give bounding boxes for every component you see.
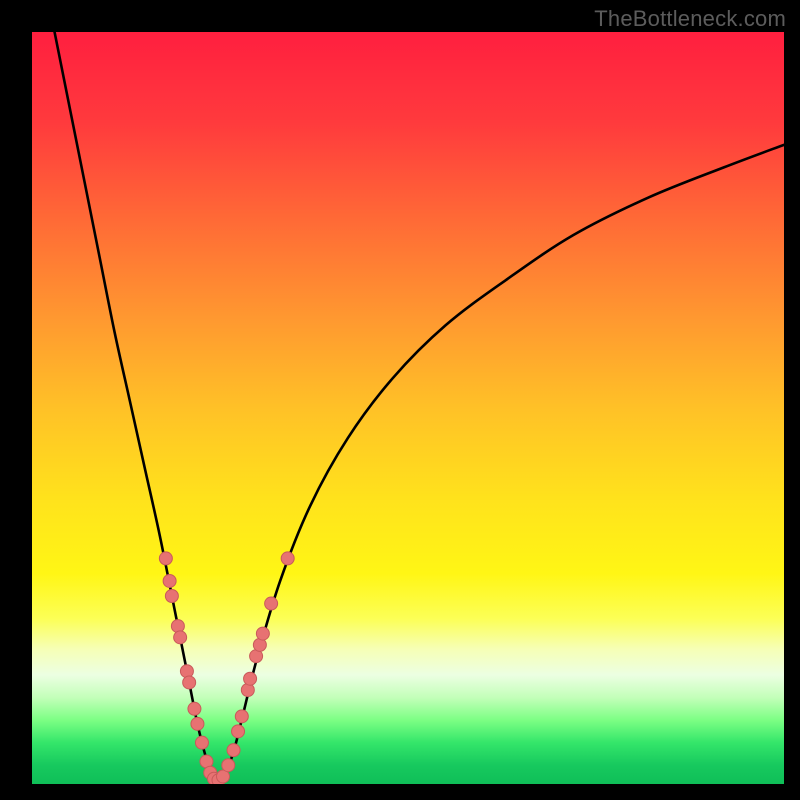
marker-dot	[244, 672, 257, 685]
marker-dot	[241, 684, 254, 697]
marker-dot	[256, 627, 269, 640]
marker-dot	[191, 717, 204, 730]
watermark-text: TheBottleneck.com	[594, 6, 786, 32]
marker-dot	[180, 665, 193, 678]
marker-dot	[188, 702, 201, 715]
marker-dot	[235, 710, 248, 723]
marker-dot	[281, 552, 294, 565]
marker-dot	[174, 631, 187, 644]
plot-area	[32, 32, 784, 784]
marker-dot	[183, 676, 196, 689]
marker-dot	[227, 744, 240, 757]
outer-frame: TheBottleneck.com	[0, 0, 800, 800]
marker-dot	[265, 597, 278, 610]
marker-dot	[163, 574, 176, 587]
curve-layer	[32, 32, 784, 784]
marker-dot	[222, 759, 235, 772]
marker-dot	[165, 590, 178, 603]
marker-dot	[171, 620, 184, 633]
marker-dot	[232, 725, 245, 738]
sample-markers	[159, 552, 294, 784]
bottleneck-curve	[55, 32, 784, 781]
marker-dot	[195, 736, 208, 749]
marker-dot	[159, 552, 172, 565]
